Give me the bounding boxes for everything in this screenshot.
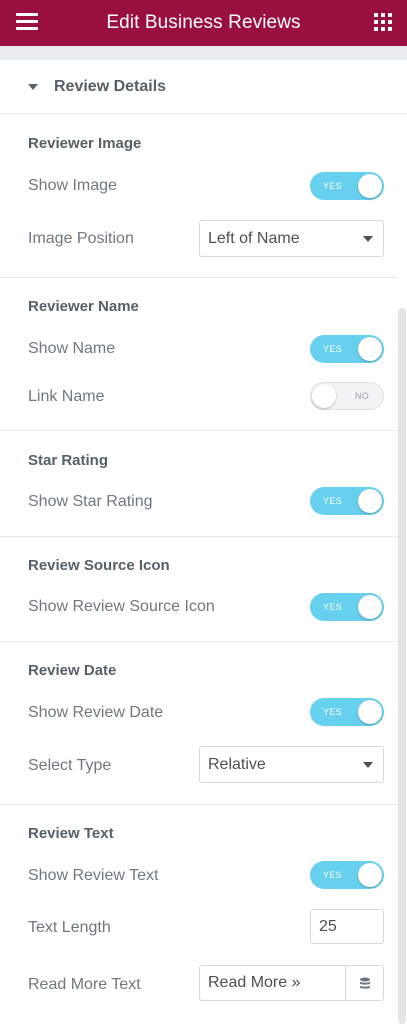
toggle-knob bbox=[358, 863, 382, 887]
group-reviewer-name: Reviewer Name Show Name YES Link Name NO bbox=[0, 278, 398, 431]
toggle-state: YES bbox=[323, 707, 342, 717]
show-image-toggle[interactable]: YES bbox=[310, 172, 384, 200]
group-title: Review Date bbox=[28, 662, 117, 679]
control-label: Show Review Date bbox=[28, 704, 164, 721]
toggle-state: YES bbox=[323, 870, 342, 880]
image-position-select[interactable]: Left of Name bbox=[199, 220, 384, 257]
control-label: Text Length bbox=[28, 919, 111, 936]
section-title: Review Details bbox=[54, 77, 167, 95]
select-type-select[interactable]: Relative bbox=[199, 746, 384, 783]
toggle-state: YES bbox=[323, 602, 342, 612]
toggle-state: YES bbox=[323, 344, 342, 354]
show-review-source-icon-toggle[interactable]: YES bbox=[310, 593, 384, 621]
group-title: Review Text bbox=[28, 825, 114, 842]
toggle-state: NO bbox=[354, 391, 369, 401]
hamburger-icon[interactable] bbox=[16, 13, 38, 31]
group-reviewer-image: Reviewer Image Show Image YES Image Posi… bbox=[0, 114, 398, 278]
control-label: Show Name bbox=[28, 340, 116, 357]
grid-icon[interactable] bbox=[374, 13, 392, 31]
toggle-knob bbox=[358, 489, 382, 513]
page-title: Edit Business Reviews bbox=[106, 12, 301, 33]
control-label: Read More Text bbox=[28, 976, 141, 993]
toggle-knob bbox=[358, 337, 382, 361]
control-label: Select Type bbox=[28, 757, 112, 774]
group-title: Star Rating bbox=[28, 452, 109, 469]
toggle-knob bbox=[358, 595, 382, 619]
toggle-state: YES bbox=[323, 181, 342, 191]
toggle-knob bbox=[312, 384, 336, 408]
control-label: Show Image bbox=[28, 177, 117, 194]
link-name-toggle[interactable]: NO bbox=[310, 382, 384, 410]
show-star-rating-toggle[interactable]: YES bbox=[310, 487, 384, 515]
text-length-input[interactable] bbox=[310, 909, 384, 944]
dynamic-tags-button[interactable] bbox=[345, 965, 384, 1001]
chevron-down-icon bbox=[363, 236, 373, 242]
control-label: Show Review Source Icon bbox=[28, 598, 215, 615]
group-review-text: Review Text Show Review Text YES Text Le… bbox=[0, 805, 398, 1024]
group-title: Review Source Icon bbox=[28, 557, 170, 574]
group-review-date: Review Date Show Review Date YES Select … bbox=[0, 642, 398, 805]
section-review-details[interactable]: Review Details bbox=[0, 60, 407, 114]
group-title: Reviewer Image bbox=[28, 135, 142, 152]
select-value: Left of Name bbox=[208, 230, 300, 247]
toggle-knob bbox=[358, 174, 382, 198]
header-divider bbox=[0, 46, 407, 60]
chevron-down-icon bbox=[363, 762, 373, 768]
control-label: Show Star Rating bbox=[28, 493, 153, 510]
control-label: Show Review Text bbox=[28, 867, 159, 884]
editor-header: Edit Business Reviews bbox=[0, 0, 407, 46]
show-review-text-toggle[interactable]: YES bbox=[310, 861, 384, 889]
control-label: Image Position bbox=[28, 230, 134, 247]
database-icon bbox=[360, 977, 370, 989]
toggle-knob bbox=[358, 700, 382, 724]
group-title: Reviewer Name bbox=[28, 298, 139, 315]
group-star-rating: Star Rating Show Star Rating YES bbox=[0, 431, 398, 537]
select-value: Relative bbox=[208, 756, 266, 773]
show-name-toggle[interactable]: YES bbox=[310, 335, 384, 363]
group-review-source-icon: Review Source Icon Show Review Source Ic… bbox=[0, 537, 398, 642]
read-more-text-input[interactable] bbox=[199, 965, 346, 1001]
toggle-state: YES bbox=[323, 496, 342, 506]
show-review-date-toggle[interactable]: YES bbox=[310, 698, 384, 726]
scrollbar[interactable] bbox=[398, 308, 406, 1024]
caret-down-icon bbox=[28, 83, 38, 90]
control-label: Link Name bbox=[28, 388, 105, 405]
